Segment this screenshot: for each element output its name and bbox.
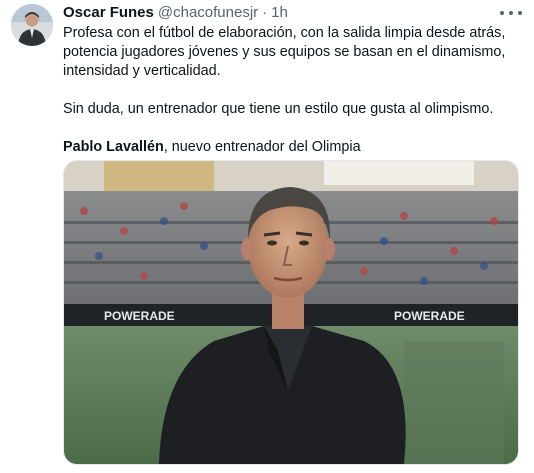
text-paragraph-2: Sin duda, un entrenador que tiene un est… — [63, 101, 494, 117]
separator: · — [262, 4, 268, 21]
timestamp[interactable]: 1h — [271, 4, 288, 21]
more-options-icon — [500, 11, 522, 15]
text-line-2: potencia jugadores jóvenes y sus equipos… — [63, 44, 506, 60]
ad-board-text-right: POWERADE — [394, 309, 465, 323]
text-line-1: Profesa con el fútbol de elaboración, co… — [63, 25, 506, 41]
photo-of-coach: POWERADE POWERADE — [64, 161, 518, 464]
more-options-button[interactable] — [500, 6, 522, 20]
author-name[interactable]: Oscar Funes — [63, 4, 154, 21]
coach-name: Pablo Lavallén — [63, 139, 164, 155]
text-line-3: intensidad y verticalidad. — [63, 63, 221, 79]
avatar-icon — [11, 4, 53, 46]
ad-board-text-left: POWERADE — [104, 309, 175, 323]
coach-caption: , nuevo entrenador del Olimpia — [163, 139, 361, 155]
avatar[interactable] — [11, 4, 53, 46]
tweet-text: Profesa con el fútbol de elaboración, co… — [63, 24, 523, 157]
tweet[interactable]: Oscar Funes @chacofunesjr · 1h Profesa con … — [0, 0, 534, 473]
tweet-photo[interactable]: POWERADE POWERADE — [63, 160, 519, 465]
author-handle[interactable]: @chacofunesjr — [158, 4, 258, 21]
tweet-header: Oscar Funes @chacofunesjr · 1h — [63, 4, 288, 22]
text-paragraph-3: Pablo Lavallén, nuevo entrenador del Oli… — [63, 138, 523, 157]
